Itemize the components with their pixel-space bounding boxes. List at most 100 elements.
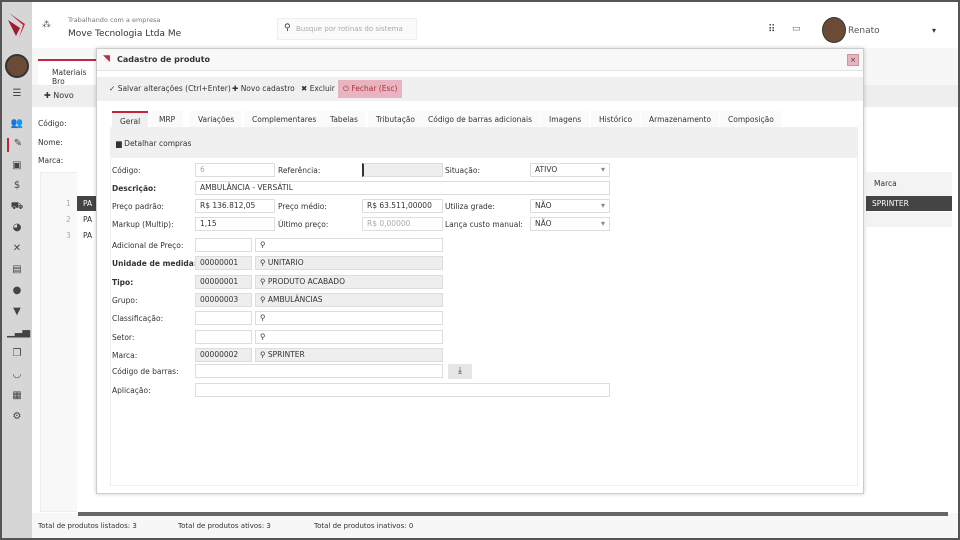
ultimo-preco-label: Último preço: (278, 220, 329, 229)
grid-icon[interactable]: ▦ (7, 390, 27, 404)
utiliza-grade-label: Utiliza grade: (445, 202, 495, 211)
user-avatar[interactable] (822, 17, 846, 43)
user-dropdown-icon[interactable]: ▾ (932, 26, 936, 35)
tools-icon[interactable]: ✎ (7, 138, 27, 152)
bowl-icon[interactable]: ◡ (7, 369, 27, 383)
menu-icon[interactable]: ☰ (7, 88, 27, 102)
search-icon[interactable]: ⚲ (260, 240, 266, 249)
chat-icon[interactable]: ▭ (792, 24, 801, 34)
tab-panel-toolbar (110, 127, 858, 158)
lookup-label: Setor: (112, 332, 135, 342)
bg-filter-nome: Nome: (38, 138, 63, 147)
detail-purchases-button[interactable]: ▆ Detalhar compras (116, 139, 191, 148)
avatar[interactable] (5, 54, 29, 78)
lookup-value: UNITARIO (267, 258, 304, 268)
lookup-value-field[interactable]: ⚲ (255, 238, 443, 252)
apps-grid-icon[interactable]: ⠿ (768, 24, 775, 35)
working-label: Trabalhando com a empresa (68, 16, 161, 24)
modal-titlebar: ◥ Cadastro de produto × (97, 49, 863, 71)
footer-listed: Total de produtos listados: 3 (38, 522, 137, 530)
preco-padrao-label: Preço padrão: (112, 202, 164, 211)
barcode-field[interactable] (195, 364, 443, 378)
lookup-label: Tipo: (112, 277, 134, 287)
search-icon[interactable]: ⚲ (260, 277, 268, 286)
codigo-field[interactable]: 6 (195, 163, 275, 177)
referencia-label: Referência: (278, 166, 321, 175)
world-map-icon: ⁂ (42, 20, 51, 30)
aplicacao-field[interactable] (195, 383, 610, 397)
search-icon[interactable]: ⚲ (260, 313, 266, 322)
ultimo-preco-field[interactable]: R$ 0,00000 (362, 217, 443, 231)
search-placeholder: Busque por rotinas do sistema (296, 25, 403, 33)
marca-cell[interactable]: SPRINTER (866, 196, 952, 211)
top-header: ⁂ Trabalhando com a empresa Move Tecnolo… (32, 2, 958, 48)
download-icon[interactable]: ⤓ (448, 364, 472, 379)
bg-filter-marca: Marca: (38, 156, 64, 165)
footer-active: Total de produtos ativos: 3 (178, 522, 271, 530)
coins-icon[interactable]: ● (7, 285, 27, 299)
horizontal-scrollbar[interactable] (78, 512, 948, 516)
lookup-label: Marca: (112, 350, 138, 360)
company-name[interactable]: Move Tecnologia Ltda Me (68, 29, 181, 39)
utiliza-grade-select[interactable]: NÃO (530, 199, 610, 213)
pie-icon[interactable]: ◕ (7, 222, 27, 236)
preco-padrao-field[interactable]: R$ 136.812,05 (195, 199, 275, 213)
bg-tab[interactable]: Materiais Bro (38, 59, 98, 86)
contact-card-icon[interactable]: ▤ (7, 264, 27, 278)
lookup-value-field[interactable]: ⚲ PRODUTO ACABADO (255, 274, 443, 289)
lookup-value: SPRINTER (267, 349, 305, 359)
lookup-label: Unidade de medida: (112, 259, 197, 269)
new-button[interactable]: ✚ Novo cadastro (229, 80, 298, 98)
row-number: 2 (66, 215, 71, 224)
save-icon[interactable]: ▣ (7, 160, 27, 174)
delete-button[interactable]: ✖ Excluir (298, 80, 338, 98)
search-box[interactable]: ⚲ Busque por rotinas do sistema (277, 18, 417, 40)
lookup-value-field[interactable]: ⚲ UNITARIO (255, 256, 443, 271)
lookup-value-field[interactable]: ⚲ (255, 311, 443, 326)
preco-medio-field[interactable]: R$ 63.511,00000 (362, 199, 443, 213)
search-icon[interactable]: ⚲ (260, 258, 268, 267)
search-icon: ⚲ (284, 23, 291, 33)
power-icon: ⏻ (343, 84, 349, 93)
users-icon[interactable]: 👥 (7, 118, 27, 132)
filter-icon[interactable]: ▼ (7, 306, 27, 320)
descricao-field[interactable]: AMBULÂNCIA - VERSÁTIL (195, 181, 610, 195)
dollar-icon[interactable]: $ (7, 180, 27, 194)
modal-close-icon[interactable]: × (847, 54, 859, 66)
wrench-icon[interactable]: ✕ (7, 243, 27, 257)
x-icon: ✖ (301, 84, 308, 93)
situacao-select[interactable]: ATIVO (530, 163, 610, 177)
lookup-value: PRODUTO ACABADO (267, 276, 345, 286)
bar-chart-icon[interactable]: ▁▃▅ (7, 327, 30, 341)
codigo-label: Código: (112, 166, 141, 175)
truck-icon[interactable]: ⛟ (7, 201, 27, 215)
plus-icon: ✚ (232, 84, 239, 93)
lookup-code-field[interactable] (195, 311, 252, 326)
lanca-custo-select[interactable]: NÃO (530, 217, 610, 231)
lookup-code-field[interactable] (195, 238, 252, 252)
close-button[interactable]: ⏻ Fechar (Esc) (338, 80, 403, 98)
referencia-field[interactable] (362, 163, 443, 177)
barcode-label: Código de barras: (112, 367, 179, 376)
lookup-code-field[interactable]: 00000003 (195, 292, 252, 307)
search-icon[interactable]: ⚲ (260, 350, 268, 359)
lookup-code-field[interactable]: 00000002 (195, 347, 252, 362)
lookup-value-field[interactable]: ⚲ (255, 329, 443, 344)
lookup-code-field[interactable]: 00000001 (195, 256, 252, 271)
markup-field[interactable]: 1,15 (195, 217, 275, 231)
marca-cell (866, 212, 952, 227)
lookup-value-field[interactable]: ⚲ AMBULÂNCIAS (255, 292, 443, 307)
user-name[interactable]: Renato (848, 26, 880, 36)
search-icon[interactable]: ⚲ (260, 332, 266, 341)
bg-new-button[interactable]: ✚ Novo (44, 91, 74, 100)
settings-icon[interactable]: ⚙ (7, 411, 27, 425)
lookup-code-field[interactable]: 00000001 (195, 274, 252, 289)
search-icon[interactable]: ⚲ (260, 295, 268, 304)
lookup-value-field[interactable]: ⚲ SPRINTER (255, 347, 443, 362)
documents-icon[interactable]: ❐ (7, 348, 27, 362)
col-header-marca[interactable]: Marca (866, 172, 952, 196)
lookup-code-field[interactable] (195, 329, 252, 344)
lookup-value: AMBULÂNCIAS (267, 294, 323, 304)
save-button[interactable]: ✓ Salvar alterações (Ctrl+Enter) (106, 80, 234, 98)
app-window: ☰ 👥 ✎ ▣ $ ⛟ ◕ ✕ ▤ ● ▼ ▁▃▅ ❐ ◡ ▦ ⚙ ⁂ Trab… (2, 2, 958, 538)
